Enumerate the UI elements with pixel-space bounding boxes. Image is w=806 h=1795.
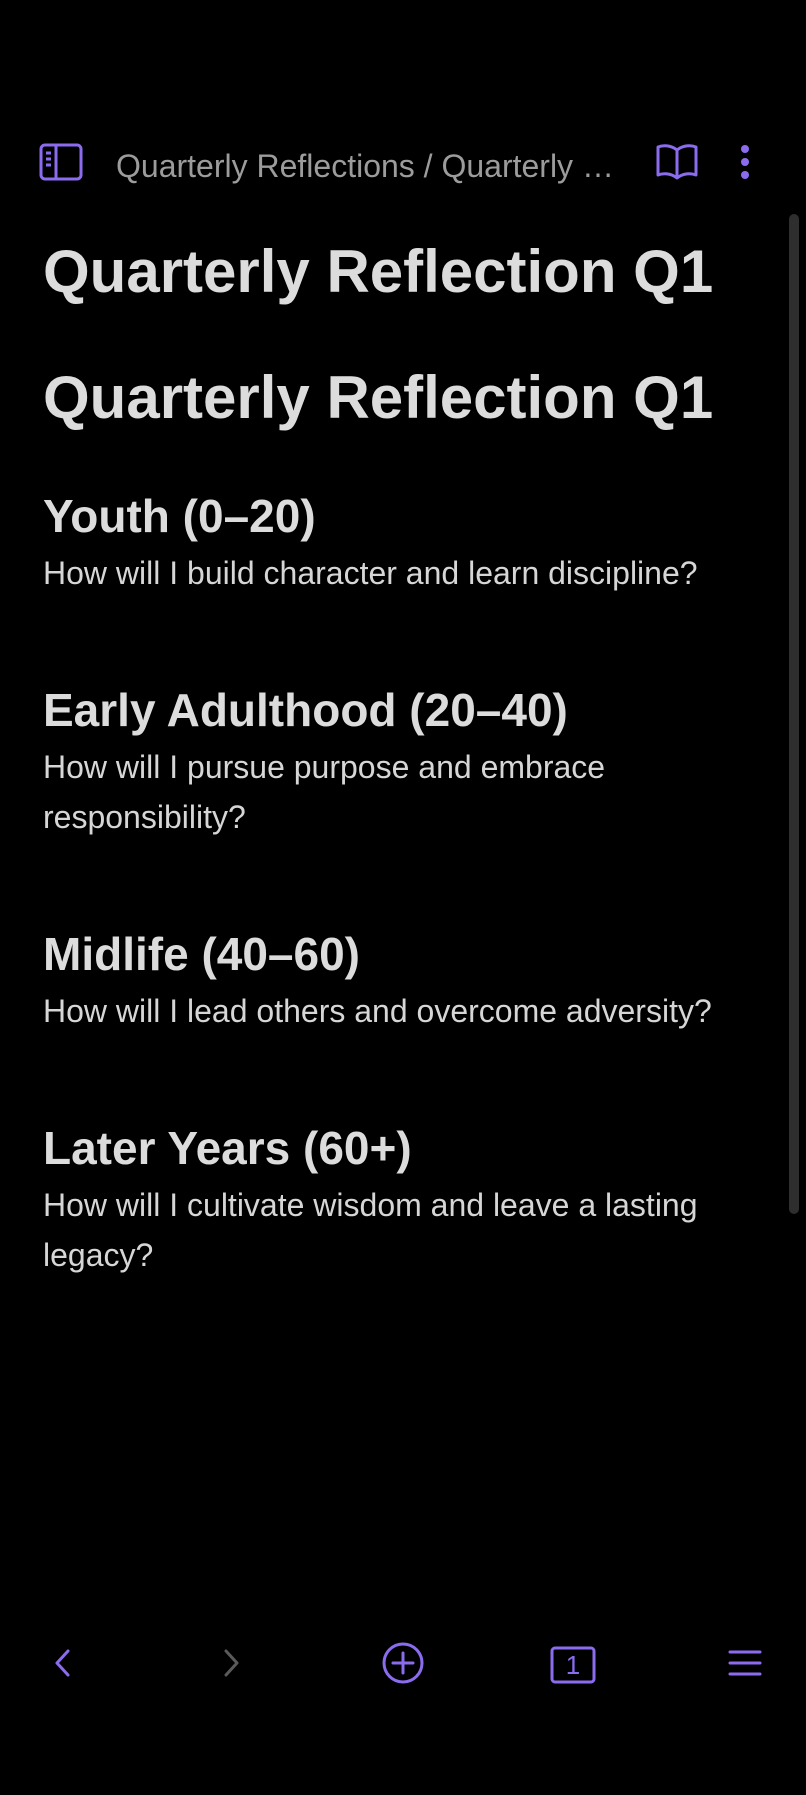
tab-count: 1 — [565, 1649, 581, 1680]
section-later-years: Later Years (60+) How will I cultivate w… — [43, 1120, 743, 1280]
book-open-icon — [655, 142, 699, 187]
chevron-left-icon — [53, 1647, 73, 1684]
more-options-button[interactable] — [730, 142, 760, 186]
top-bar: Quarterly Reflections / Quarterly Reflec… — [0, 128, 806, 200]
note-heading: Quarterly Reflection Q1 — [43, 364, 714, 431]
section-midlife: Midlife (40–60) How will I lead others a… — [43, 926, 743, 1036]
breadcrumb[interactable]: Quarterly Reflections / Quarterly Reflec… — [116, 146, 626, 186]
section-heading: Youth (0–20) — [43, 490, 316, 542]
new-note-button[interactable] — [368, 1630, 438, 1700]
section-early-adulthood: Early Adulthood (20–40) How will I pursu… — [43, 682, 743, 842]
section-youth: Youth (0–20) How will I build character … — [43, 488, 743, 598]
forward-button[interactable] — [196, 1630, 266, 1700]
more-vertical-icon — [740, 144, 750, 185]
page-title: Quarterly Reflection Q1 — [43, 238, 714, 305]
scrollbar[interactable] — [789, 214, 799, 1214]
tabs-icon: 1 — [550, 1646, 596, 1684]
section-heading: Midlife (40–60) — [43, 928, 360, 980]
reading-view-button[interactable] — [650, 142, 704, 186]
section-heading: Early Adulthood (20–40) — [43, 684, 568, 736]
menu-icon — [727, 1648, 763, 1683]
note-content: Quarterly Reflection Q1 Quarterly Reflec… — [43, 234, 743, 1280]
section-body: How will I cultivate wisdom and leave a … — [43, 1187, 698, 1273]
sidebar-toggle-button[interactable] — [36, 143, 86, 186]
menu-button[interactable] — [710, 1630, 780, 1700]
section-heading: Later Years (60+) — [43, 1122, 412, 1174]
plus-circle-icon — [381, 1641, 425, 1690]
back-button[interactable] — [28, 1630, 98, 1700]
sidebar-toggle-icon — [39, 143, 83, 186]
section-body: How will I lead others and overcome adve… — [43, 993, 712, 1029]
chevron-right-icon — [221, 1647, 241, 1684]
section-body: How will I build character and learn dis… — [43, 555, 698, 591]
bottom-nav-bar: 1 — [0, 1630, 806, 1700]
tabs-button[interactable]: 1 — [538, 1630, 608, 1700]
section-body: How will I pursue purpose and embrace re… — [43, 749, 606, 835]
